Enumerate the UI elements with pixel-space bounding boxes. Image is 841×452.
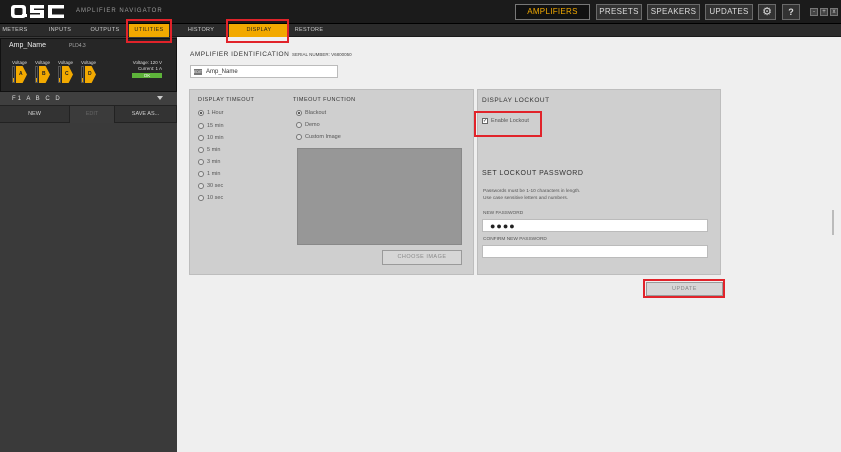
tab-restore[interactable]: RESTORE — [291, 24, 327, 37]
new-password-label: NEW PASSWORD — [483, 211, 524, 216]
amp-current: Current: 1 A — [137, 65, 162, 71]
serial-number: SERIAL NUMBER: V6800050 — [292, 52, 352, 57]
new-password-value: ●●●● — [490, 221, 516, 231]
top-bar: AMPLIFIER NAVIGATOR AMPLIFIERS PRESETS S… — [0, 0, 841, 24]
close-button[interactable]: x — [830, 8, 838, 16]
identification-heading: AMPLIFIER IDENTIFICATION — [190, 51, 290, 58]
speakers-button[interactable]: SPEAKERS — [647, 4, 700, 20]
edit-icon: EDIT — [194, 69, 202, 75]
channel-meter-d: D — [81, 66, 97, 83]
help-button[interactable]: ? — [782, 4, 800, 20]
set-password-heading: SET LOCKOUT PASSWORD — [482, 170, 584, 177]
chevron-down-icon — [157, 96, 163, 100]
amp-card[interactable]: Amp_Name PLD4.3 Voltage Voltage Voltage … — [0, 38, 177, 92]
minimize-button[interactable]: - — [810, 8, 818, 16]
channel-meter-b: B — [35, 66, 51, 83]
amp-model: PLD4.3 — [69, 43, 86, 49]
tab-display[interactable]: DISPLAY — [229, 24, 289, 37]
qsc-logo — [11, 5, 64, 18]
channel-label-c: Voltage — [58, 60, 74, 65]
amp-name-field[interactable]: EDIT Amp_Name — [190, 65, 338, 78]
amp-voltage: Voltage: 120 V — [132, 60, 162, 65]
custom-image-preview — [297, 148, 462, 245]
status-badge: OK — [132, 73, 162, 78]
choose-image-button[interactable]: CHOOSE IMAGE — [382, 250, 462, 265]
display-lockout-heading: DISPLAY LOCKOUT — [482, 97, 550, 104]
preset-value: F1 A B C D — [12, 96, 62, 102]
update-button[interactable]: UPDATE — [646, 282, 723, 296]
tab-outputs[interactable]: OUTPUTS — [86, 24, 124, 37]
edit-button[interactable]: EDIT — [70, 106, 115, 123]
channel-meter-a: A — [12, 66, 28, 83]
left-tabs: METERS INPUTS OUTPUTS UTILITIES — [0, 24, 177, 37]
app-title: AMPLIFIER NAVIGATOR — [76, 8, 163, 14]
maximize-button[interactable]: + — [820, 8, 828, 16]
amp-stats: Voltage: 120 V Current: 1 A — [132, 60, 162, 71]
app-window: AMPLIFIER NAVIGATOR AMPLIFIERS PRESETS S… — [0, 0, 841, 452]
channel-label-a: Voltage — [12, 60, 28, 65]
tab-history[interactable]: HISTORY — [181, 24, 221, 37]
tab-utilities[interactable]: UTILITIES — [129, 24, 169, 37]
preset-dropdown[interactable]: F1 A B C D — [0, 92, 177, 106]
display-timeout-heading: DISPLAY TIMEOUT — [198, 97, 255, 103]
amplifiers-button[interactable]: AMPLIFIERS — [515, 4, 590, 20]
confirm-password-label: CONFIRM NEW PASSWORD — [483, 237, 547, 242]
save-as-button[interactable]: SAVE AS... — [115, 106, 177, 123]
tab-meters[interactable]: METERS — [0, 24, 30, 37]
channel-label-d: Voltage — [81, 60, 97, 65]
password-help-line1: Passwords must be 1-10 characters in len… — [483, 189, 581, 194]
password-help-line2: Use case sensitive letters and numbers. — [483, 196, 569, 201]
enable-lockout-label: Enable Lockout — [491, 118, 529, 124]
confirm-password-input[interactable] — [482, 245, 708, 258]
new-button[interactable]: NEW — [0, 106, 70, 123]
preset-actions: NEW EDIT SAVE AS... — [0, 106, 177, 123]
scrollbar[interactable] — [832, 210, 834, 235]
channel-meter-c: C — [58, 66, 74, 83]
settings-gear-icon[interactable]: ⚙ — [758, 4, 776, 20]
new-password-input[interactable]: ●●●● — [482, 219, 708, 232]
utility-tabs: HISTORY DISPLAY RESTORE — [177, 24, 841, 37]
channel-label-b: Voltage — [35, 60, 51, 65]
left-panel: METERS INPUTS OUTPUTS UTILITIES Amp_Name… — [0, 24, 177, 452]
updates-button[interactable]: UPDATES — [705, 4, 753, 20]
amp-name: Amp_Name — [9, 42, 46, 49]
amp-name-value: Amp_Name — [206, 69, 238, 75]
timeout-function-heading: TIMEOUT FUNCTION — [293, 97, 356, 103]
tab-inputs[interactable]: INPUTS — [45, 24, 75, 37]
presets-button[interactable]: PRESETS — [596, 4, 642, 20]
enable-lockout-checkbox[interactable]: ✓ — [482, 118, 488, 124]
